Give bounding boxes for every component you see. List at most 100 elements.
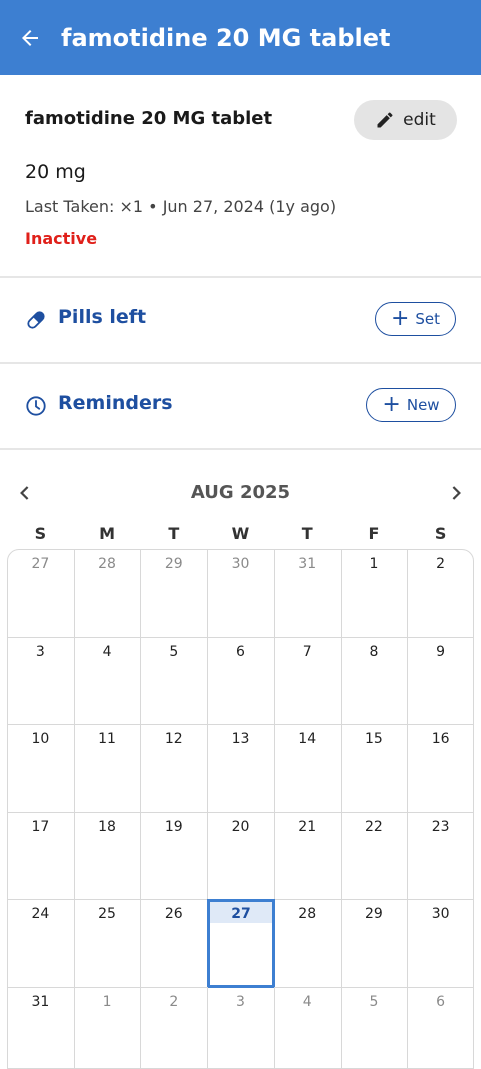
calendar-day[interactable]: 12 (140, 724, 208, 813)
divider (0, 448, 481, 450)
calendar-day[interactable]: 29 (341, 899, 409, 988)
new-reminder-button[interactable]: + New (366, 388, 456, 422)
calendar-day-number: 1 (341, 556, 408, 572)
plus-icon: + (391, 309, 409, 329)
calendar-day[interactable]: 21 (274, 812, 342, 901)
calendar-day-number: 6 (207, 644, 274, 660)
calendar-day-number: 22 (341, 819, 408, 835)
calendar-day[interactable]: 17 (7, 812, 75, 901)
calendar-day[interactable]: 4 (274, 987, 342, 1069)
calendar-day[interactable]: 6 (407, 987, 474, 1069)
calendar-day-number: 16 (407, 731, 474, 747)
calendar-day[interactable]: 5 (140, 637, 208, 726)
calendar-day-number: 9 (407, 644, 474, 660)
calendar-day-number: 14 (274, 731, 341, 747)
calendar-day[interactable]: 19 (140, 812, 208, 901)
calendar-day[interactable]: 4 (74, 637, 142, 726)
calendar-day-number: 13 (207, 731, 274, 747)
calendar-day[interactable]: 13 (207, 724, 275, 813)
calendar-day[interactable]: 2 (407, 549, 474, 638)
calendar-day[interactable]: 30 (407, 899, 474, 988)
weekday-label: S (407, 524, 474, 543)
calendar-day-number: 31 (7, 994, 74, 1010)
calendar-day[interactable]: 31 (7, 987, 75, 1069)
reminders-label: Reminders (58, 392, 173, 414)
pills-left-label: Pills left (58, 306, 146, 328)
calendar-day-number: 26 (140, 906, 207, 922)
dose: 20 mg (25, 161, 86, 183)
weekday-label: T (140, 524, 207, 543)
calendar-day[interactable]: 1 (74, 987, 142, 1069)
calendar-day[interactable]: 2 (140, 987, 208, 1069)
calendar-day[interactable]: 29 (140, 549, 208, 638)
calendar-grid: 2728293031123456789101112131415161718192… (7, 549, 474, 1069)
calendar-day[interactable]: 24 (7, 899, 75, 988)
weekday-label: F (341, 524, 408, 543)
calendar-day-number: 28 (274, 906, 341, 922)
calendar-day[interactable]: 16 (407, 724, 474, 813)
calendar-day[interactable]: 26 (140, 899, 208, 988)
calendar-day-number: 29 (341, 906, 408, 922)
weekday-label: T (274, 524, 341, 543)
calendar-day[interactable]: 3 (207, 987, 275, 1069)
calendar-day[interactable]: 27 (7, 549, 75, 638)
chevron-right-icon (447, 484, 465, 502)
calendar-day[interactable]: 30 (207, 549, 275, 638)
set-button-label: Set (415, 310, 440, 328)
plus-icon: + (382, 395, 400, 415)
back-button[interactable] (0, 0, 60, 75)
calendar-day[interactable]: 5 (341, 987, 409, 1069)
new-button-label: New (407, 396, 440, 414)
calendar-day[interactable]: 28 (74, 549, 142, 638)
calendar-day-number: 8 (341, 644, 408, 660)
calendar-day-number: 30 (207, 556, 274, 572)
calendar-day[interactable]: 6 (207, 637, 275, 726)
calendar-day[interactable]: 15 (341, 724, 409, 813)
calendar-day[interactable]: 20 (207, 812, 275, 901)
edit-button[interactable]: edit (354, 100, 457, 140)
calendar-day[interactable]: 18 (74, 812, 142, 901)
calendar-day[interactable]: 22 (341, 812, 409, 901)
calendar-day-number: 2 (140, 994, 207, 1010)
calendar-day[interactable]: 8 (341, 637, 409, 726)
set-pills-button[interactable]: + Set (375, 302, 456, 336)
calendar-day-number: 27 (7, 556, 74, 572)
reminders-row: Reminders + New (0, 364, 481, 448)
calendar-day-number: 12 (140, 731, 207, 747)
app-bar: famotidine 20 MG tablet (0, 0, 481, 75)
pill-icon (25, 309, 47, 331)
calendar-day-number: 28 (74, 556, 141, 572)
calendar-day-number: 10 (7, 731, 74, 747)
calendar-day[interactable]: 7 (274, 637, 342, 726)
calendar-day-number: 3 (7, 644, 74, 660)
pencil-icon (375, 110, 395, 130)
calendar-day-number: 11 (74, 731, 141, 747)
weekday-label: M (74, 524, 141, 543)
calendar-day-number: 21 (274, 819, 341, 835)
next-month-button[interactable] (441, 478, 471, 508)
calendar-day-number: 29 (140, 556, 207, 572)
clock-icon (25, 395, 47, 417)
calendar-day[interactable]: 14 (274, 724, 342, 813)
calendar-day-today[interactable]: 27 (207, 899, 275, 988)
calendar-day-number: 4 (74, 644, 141, 660)
calendar-day[interactable]: 9 (407, 637, 474, 726)
calendar-day-number: 7 (274, 644, 341, 660)
calendar-day[interactable]: 11 (74, 724, 142, 813)
calendar-day[interactable]: 23 (407, 812, 474, 901)
calendar-day-number: 3 (207, 994, 274, 1010)
last-taken: Last Taken: ×1 • Jun 27, 2024 (1y ago) (25, 197, 336, 216)
calendar-day[interactable]: 25 (74, 899, 142, 988)
calendar-day-number: 2 (407, 556, 474, 572)
calendar-day[interactable]: 3 (7, 637, 75, 726)
status-badge: Inactive (25, 229, 97, 248)
medication-info: famotidine 20 MG tablet edit 20 mg Last … (0, 75, 481, 277)
calendar-day[interactable]: 28 (274, 899, 342, 988)
pills-left-row: Pills left + Set (0, 278, 481, 362)
calendar-day[interactable]: 10 (7, 724, 75, 813)
calendar-day[interactable]: 31 (274, 549, 342, 638)
calendar-day[interactable]: 1 (341, 549, 409, 638)
calendar-day-number: 23 (407, 819, 474, 835)
calendar-day-number: 5 (140, 644, 207, 660)
calendar-month-title: AUG 2025 (0, 482, 481, 503)
